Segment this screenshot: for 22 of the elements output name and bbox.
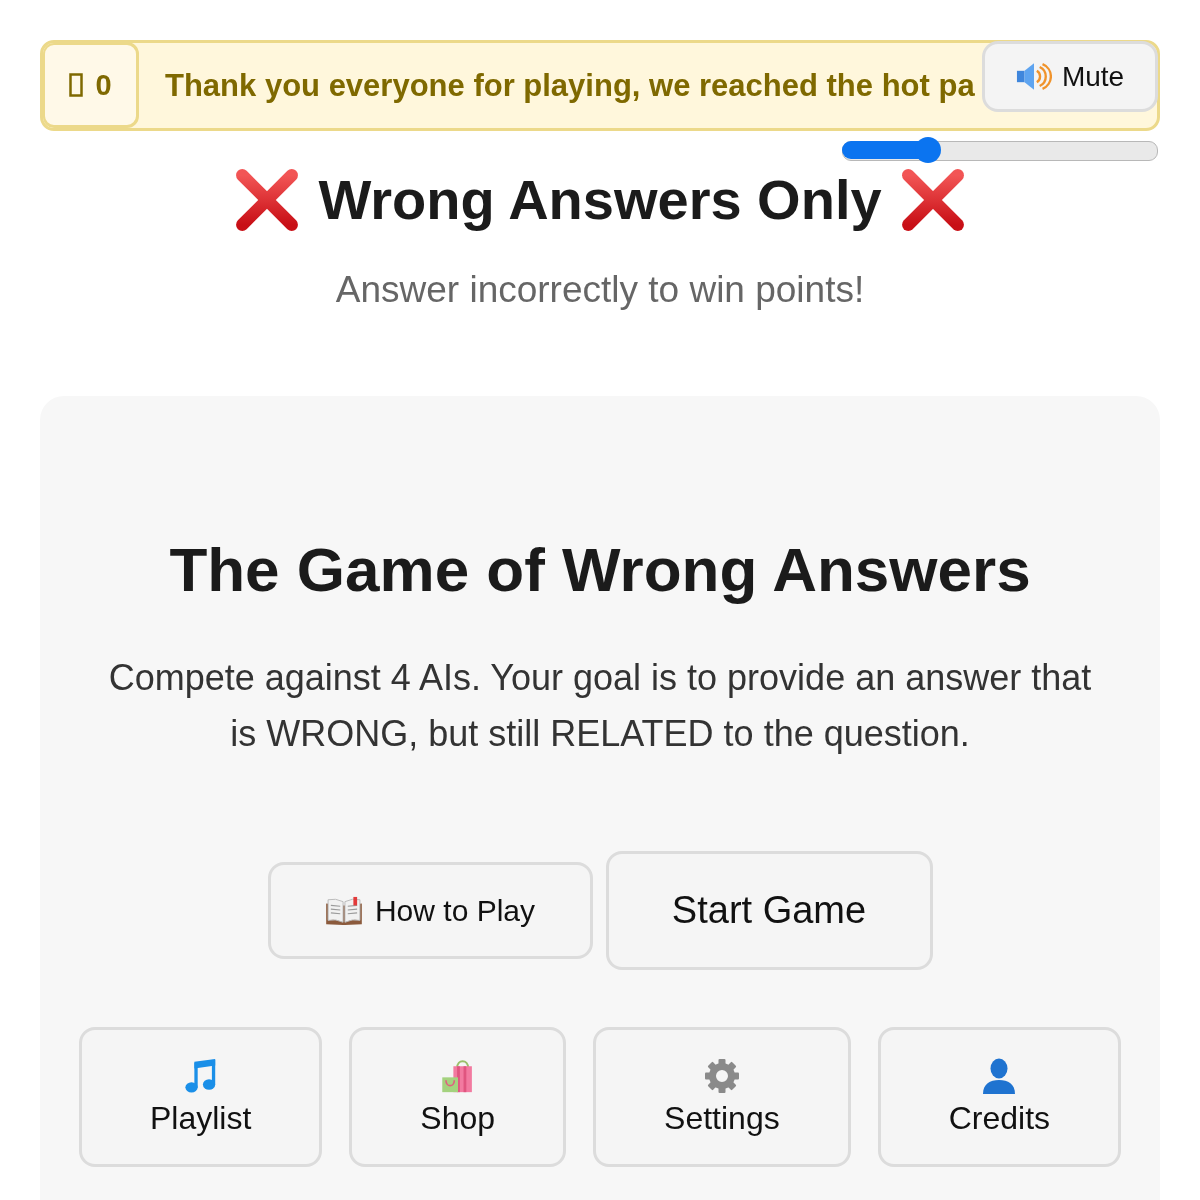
- score-value: 0: [95, 70, 112, 100]
- cross-mark-icon: [234, 167, 301, 233]
- person-icon: [982, 1057, 1017, 1094]
- shop-button[interactable]: Shop: [349, 1027, 567, 1167]
- page-subtitle: Answer incorrectly to win points!: [334, 268, 866, 312]
- music-note-icon: [183, 1057, 218, 1094]
- speaker-icon: [1015, 61, 1052, 92]
- cross-mark-icon: [899, 167, 966, 233]
- start-game-button[interactable]: Start Game: [605, 851, 933, 970]
- gear-icon: [703, 1057, 740, 1094]
- playlist-button[interactable]: Playlist: [78, 1027, 323, 1167]
- credits-button[interactable]: Credits: [877, 1027, 1122, 1167]
- open-book-icon: [324, 895, 363, 926]
- page-title: Wrong Answers Only: [318, 167, 882, 233]
- game-description: Compete against 4 AIs. Your goal is to provide an answer that is WRONG, but still RELATED to the question.: [107, 656, 1093, 756]
- announcement-text: Thank you everyone for playing, we reached the hot pa: [165, 66, 975, 105]
- missing-glyph-icon: [69, 73, 84, 97]
- volume-slider[interactable]: [842, 137, 1158, 163]
- mute-button[interactable]: Mute: [982, 41, 1158, 112]
- card-title: The Game of Wrong Answers: [169, 534, 1031, 606]
- how-to-play-button[interactable]: How to Play: [267, 862, 593, 959]
- settings-button[interactable]: Settings: [593, 1027, 851, 1167]
